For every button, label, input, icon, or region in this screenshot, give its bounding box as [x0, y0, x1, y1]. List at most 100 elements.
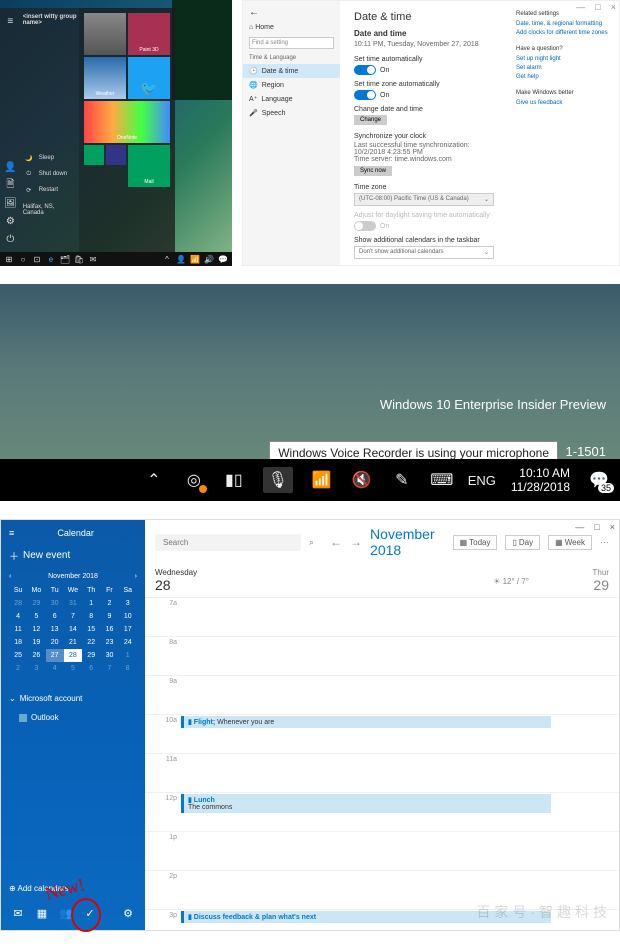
power-icon[interactable]: ⏻ [2, 230, 19, 248]
calendar-icon[interactable]: ▦ [33, 904, 51, 922]
tray-volume-icon[interactable]: 🔊 [203, 253, 215, 265]
mini-day[interactable]: 30 [46, 597, 64, 610]
help-link[interactable]: Set alarm [516, 65, 611, 71]
tray-clock[interactable]: 10:10 AM 11/28/2018 [511, 466, 570, 495]
tile-small-1[interactable] [106, 145, 126, 165]
mini-day[interactable]: 29 [27, 597, 45, 610]
maximize-icon[interactable]: □ [594, 522, 599, 532]
explorer-icon[interactable]: 🗂 [59, 253, 71, 265]
close-icon[interactable]: × [611, 2, 616, 12]
mini-day[interactable]: 12 [27, 623, 45, 636]
task-view-icon[interactable]: ⊡ [31, 253, 43, 265]
hour-slot[interactable] [181, 832, 571, 870]
battery-icon[interactable]: ▮▯ [223, 469, 245, 491]
tile-cat-photo[interactable] [84, 13, 126, 55]
settings-icon[interactable]: ⚙ [2, 212, 19, 230]
mini-day[interactable]: 29 [82, 649, 100, 662]
next-icon[interactable]: → [350, 535, 362, 549]
mini-day[interactable]: 1 [119, 649, 137, 662]
edge-icon[interactable]: e [45, 253, 57, 265]
calendar-grid[interactable]: 7a8a9a10a▮ Flight; Whenever you are11a12… [145, 598, 619, 930]
tray-overflow-icon[interactable]: ⌃ [143, 469, 165, 491]
restart-item[interactable]: ⟳Restart [23, 182, 77, 198]
mail-icon[interactable]: ✉ [9, 904, 27, 922]
mini-day[interactable]: 28 [9, 597, 27, 610]
language-indicator[interactable]: ENG [471, 469, 493, 491]
settings-search[interactable]: Find a setting [249, 37, 334, 49]
related-link[interactable]: Add clocks for different time zones [516, 30, 611, 36]
volume-mute-icon[interactable]: 🔇 [351, 469, 373, 491]
documents-icon[interactable]: 🗎 [2, 176, 19, 194]
mini-day[interactable]: 24 [119, 636, 137, 649]
sidebar-item-language[interactable]: A⁺Language [249, 92, 334, 106]
mini-day[interactable]: 17 [119, 623, 137, 636]
mini-day[interactable]: 30 [100, 649, 118, 662]
home-item[interactable]: ⌂ Home [249, 24, 334, 31]
help-link[interactable]: Set up night light [516, 56, 611, 62]
prev-icon[interactable]: ← [330, 535, 342, 549]
mini-day[interactable]: 25 [9, 649, 27, 662]
tile-mail-big[interactable]: Mail [128, 145, 170, 187]
extra-cal-dropdown[interactable]: Don't show additional calendars⌄ [354, 246, 494, 259]
mini-day[interactable]: 3 [119, 597, 137, 610]
mini-day[interactable]: 1 [82, 597, 100, 610]
mini-day[interactable]: 4 [9, 610, 27, 623]
store-icon[interactable]: 🛍 [73, 253, 85, 265]
mini-day[interactable]: 31 [64, 597, 82, 610]
mini-day[interactable]: 2 [9, 662, 27, 675]
mini-day[interactable]: 22 [82, 636, 100, 649]
pen-icon[interactable]: ✎ [391, 469, 413, 491]
change-button[interactable]: Change [354, 115, 387, 125]
mini-day[interactable]: 15 [82, 623, 100, 636]
user-icon[interactable]: 👤 [2, 158, 19, 176]
hour-slot[interactable] [181, 598, 571, 636]
mini-day[interactable]: 23 [100, 636, 118, 649]
sidebar-item-speech[interactable]: 🎤Speech [249, 106, 334, 120]
close-icon[interactable]: × [610, 522, 615, 532]
mini-day[interactable]: 7 [100, 662, 118, 675]
help-link[interactable]: Get help [516, 74, 611, 80]
mini-day[interactable]: 10 [119, 610, 137, 623]
tray-network-icon[interactable]: 📶 [189, 253, 201, 265]
start-button[interactable]: ⊞ [3, 253, 15, 265]
location-icon[interactable]: ◎ [183, 469, 205, 491]
header-month[interactable]: November 2018 [370, 526, 437, 558]
tile-weather[interactable]: Weather [84, 57, 126, 99]
search-icon[interactable]: ⌕ [309, 537, 314, 548]
mini-day[interactable]: 14 [64, 623, 82, 636]
auto-tz-toggle[interactable] [354, 90, 376, 100]
day-view-button[interactable]: ▯ Day [505, 535, 540, 550]
auto-time-toggle[interactable] [354, 65, 376, 75]
mini-day[interactable]: 19 [27, 636, 45, 649]
minimize-icon[interactable]: — [576, 2, 585, 12]
wifi-icon[interactable]: 📶 [311, 469, 333, 491]
prev-month-icon[interactable]: ‹ [9, 573, 11, 580]
settings-icon[interactable]: ⚙ [119, 904, 137, 922]
back-icon[interactable]: ← [249, 7, 334, 18]
mini-day[interactable]: 4 [46, 662, 64, 675]
feedback-link[interactable]: Give us feedback [516, 100, 611, 106]
tile-onenote[interactable]: OneNote [84, 101, 170, 143]
hamburger-icon[interactable]: ≡ [9, 528, 14, 538]
mini-day[interactable]: 27 [46, 649, 64, 662]
action-center-icon[interactable]: 💬35 [588, 469, 610, 491]
calendar-event[interactable]: ▮ LunchThe commons [181, 794, 551, 813]
mini-day[interactable]: 5 [64, 662, 82, 675]
mini-day[interactable]: 8 [82, 610, 100, 623]
mini-day[interactable]: 6 [46, 610, 64, 623]
mini-day[interactable]: 26 [27, 649, 45, 662]
mini-day[interactable]: 20 [46, 636, 64, 649]
mini-day[interactable]: 6 [82, 662, 100, 675]
mini-day[interactable]: 16 [100, 623, 118, 636]
keyboard-icon[interactable]: ⌨ [431, 469, 453, 491]
tile-twitter[interactable]: 🐦 [128, 57, 170, 99]
today-button[interactable]: ▦ Today [453, 535, 498, 550]
new-event-button[interactable]: ＋New event [9, 548, 137, 563]
shutdown-item[interactable]: ⏻Shut down [23, 166, 77, 182]
account-item[interactable]: ⌄Microsoft account [9, 689, 137, 708]
more-icon[interactable]: ⋯ [600, 537, 609, 548]
mini-day[interactable]: 3 [27, 662, 45, 675]
mini-day[interactable]: 5 [27, 610, 45, 623]
hour-slot[interactable] [181, 754, 571, 792]
calendar-item[interactable]: Outlook [9, 708, 137, 727]
